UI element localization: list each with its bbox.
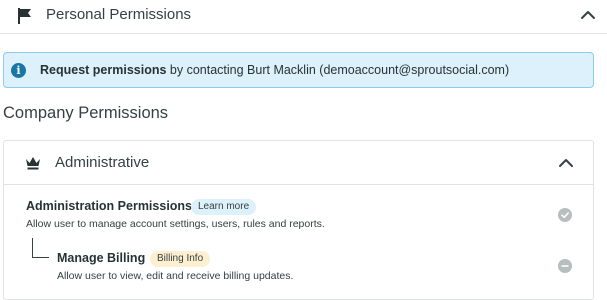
info-banner: i Request permissions by contacting Burt… <box>3 52 594 88</box>
info-banner-message: Request permissions by contacting Burt M… <box>40 63 509 77</box>
info-icon: i <box>11 63 26 78</box>
administration-permissions-description: Allow user to manage account settings, u… <box>26 218 325 230</box>
personal-permissions-header[interactable]: Personal Permissions <box>0 0 607 34</box>
administrative-section-title: Administrative <box>55 154 150 171</box>
check-circle-icon <box>558 208 572 222</box>
chevron-up-icon[interactable] <box>580 10 596 20</box>
crown-icon <box>26 157 40 170</box>
company-permissions-title: Company Permissions <box>3 104 169 122</box>
learn-more-link[interactable]: Learn more <box>191 199 257 215</box>
manage-billing-description: Allow user to view, edit and receive bil… <box>57 270 294 282</box>
chevron-up-icon[interactable] <box>558 158 574 168</box>
personal-permissions-title: Personal Permissions <box>46 6 192 23</box>
minus-circle-icon <box>558 259 572 273</box>
flag-icon <box>18 8 31 24</box>
tree-connector <box>32 238 49 258</box>
administrative-section-header[interactable]: Administrative <box>4 141 593 185</box>
manage-billing-name: Manage Billing <box>57 251 146 265</box>
administrative-section: Administrative Administration Permission… <box>3 140 594 300</box>
billing-info-link[interactable]: Billing Info <box>150 251 211 267</box>
administration-permissions-name: Administration Permissions <box>26 199 193 213</box>
info-banner-bold-text: Request permissions <box>40 63 167 77</box>
info-banner-text: by contacting Burt Macklin (demoaccount@… <box>166 63 510 77</box>
